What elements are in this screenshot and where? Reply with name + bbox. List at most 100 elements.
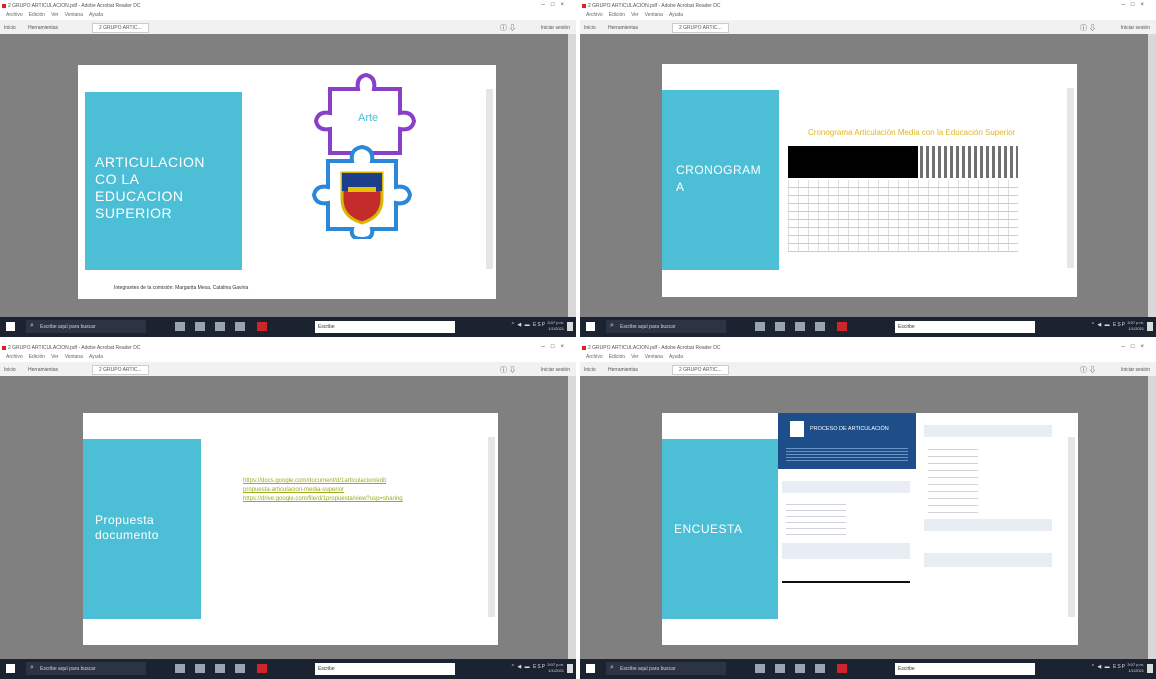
taskbar-address-field[interactable]: Escribe xyxy=(315,663,455,675)
sign-in-link[interactable]: Iniciar sesión xyxy=(1121,25,1150,31)
menu-file[interactable]: Archivo xyxy=(586,354,603,360)
tab-tools[interactable]: Herramientas xyxy=(608,25,638,31)
document-viewer[interactable]: ENCUESTA PROCESO DE ARTICULACIÓN xyxy=(580,376,1156,659)
task-view-icon[interactable] xyxy=(755,664,765,673)
document-link-2[interactable]: propuesta-articulacion-media-superior xyxy=(243,486,344,495)
start-icon[interactable] xyxy=(6,664,15,673)
tab-home[interactable]: Inicio xyxy=(584,25,596,31)
taskbar-search[interactable]: ⌕ Escribe aquí para buscar xyxy=(606,320,726,333)
help-icon[interactable]: ⓘ ⇩ xyxy=(1080,23,1096,33)
tab-home[interactable]: Inicio xyxy=(584,367,596,373)
acrobat-taskbar-icon[interactable] xyxy=(257,322,267,331)
window-controls[interactable]: –□× xyxy=(542,344,570,350)
clock[interactable]: 3:07 p.m. 1/1/2021 xyxy=(1127,320,1144,332)
taskbar-search[interactable]: ⌕ Escribe aquí para buscar xyxy=(26,320,146,333)
menu-edit[interactable]: Edición xyxy=(609,354,625,360)
menu-view[interactable]: Ver xyxy=(631,12,639,18)
edge-icon[interactable] xyxy=(195,322,205,331)
notifications-icon[interactable] xyxy=(567,322,573,331)
document-viewer[interactable]: Propuesta documento https://docs.google.… xyxy=(0,376,576,659)
tab-home[interactable]: Inicio xyxy=(4,25,16,31)
tab-document[interactable]: 2 GRUPO ARTIC... xyxy=(672,365,729,375)
menu-edit[interactable]: Edición xyxy=(29,354,45,360)
menu-help[interactable]: Ayuda xyxy=(669,12,683,18)
edge-icon[interactable] xyxy=(195,664,205,673)
task-view-icon[interactable] xyxy=(755,322,765,331)
clock[interactable]: 3:07 p.m. 1/1/2021 xyxy=(547,662,564,674)
system-tray[interactable]: ^ ◀ ▬ ESP xyxy=(512,664,546,670)
taskbar-address-field[interactable]: Escribe xyxy=(315,321,455,333)
start-icon[interactable] xyxy=(586,322,595,331)
slide-scrollbar[interactable] xyxy=(488,437,495,617)
edge-icon[interactable] xyxy=(775,664,785,673)
explorer-icon[interactable] xyxy=(235,322,245,331)
document-viewer[interactable]: CRONOGRAM A Cronograma Articulación Medi… xyxy=(580,34,1156,317)
acrobat-taskbar-icon[interactable] xyxy=(837,322,847,331)
explorer-icon[interactable] xyxy=(235,664,245,673)
taskbar-address-field[interactable]: Escribe xyxy=(895,663,1035,675)
store-icon[interactable] xyxy=(795,322,805,331)
tab-document[interactable]: 2 GRUPO ARTIC... xyxy=(92,365,149,375)
notifications-icon[interactable] xyxy=(1147,664,1153,673)
menu-file[interactable]: Archivo xyxy=(6,354,23,360)
notifications-icon[interactable] xyxy=(1147,322,1153,331)
menu-edit[interactable]: Edición xyxy=(29,12,45,18)
system-tray[interactable]: ^ ◀ ▬ ESP xyxy=(1092,664,1126,670)
menu-view[interactable]: Ver xyxy=(51,12,59,18)
tab-tools[interactable]: Herramientas xyxy=(608,367,638,373)
slide-scrollbar[interactable] xyxy=(486,89,493,269)
slide-scrollbar[interactable] xyxy=(1067,88,1074,268)
menu-window[interactable]: Ventana xyxy=(645,12,663,18)
clock[interactable]: 3:07 p.m. 1/1/2021 xyxy=(1127,662,1144,674)
acrobat-taskbar-icon[interactable] xyxy=(837,664,847,673)
notifications-icon[interactable] xyxy=(567,664,573,673)
tab-tools[interactable]: Herramientas xyxy=(28,25,58,31)
system-tray[interactable]: ^ ◀ ▬ ESP xyxy=(1092,322,1126,328)
help-icon[interactable]: ⓘ ⇩ xyxy=(500,23,516,33)
store-icon[interactable] xyxy=(215,322,225,331)
viewer-scrollbar[interactable] xyxy=(1148,376,1156,659)
tab-document[interactable]: 2 GRUPO ARTIC... xyxy=(672,23,729,33)
sign-in-link[interactable]: Iniciar sesión xyxy=(1121,367,1150,373)
menu-help[interactable]: Ayuda xyxy=(669,354,683,360)
system-tray[interactable]: ^ ◀ ▬ ESP xyxy=(512,322,546,328)
document-viewer[interactable]: ARTICULACION CO LA EDUCACION SUPERIOR Ar… xyxy=(0,34,576,317)
explorer-icon[interactable] xyxy=(815,664,825,673)
window-controls[interactable]: –□× xyxy=(542,2,570,8)
task-view-icon[interactable] xyxy=(175,322,185,331)
store-icon[interactable] xyxy=(795,664,805,673)
tab-tools[interactable]: Herramientas xyxy=(28,367,58,373)
menu-window[interactable]: Ventana xyxy=(645,354,663,360)
taskbar-address-field[interactable]: Escribe xyxy=(895,321,1035,333)
taskbar-search[interactable]: ⌕ Escribe aquí para buscar xyxy=(26,662,146,675)
help-icon[interactable]: ⓘ ⇩ xyxy=(1080,365,1096,375)
tab-document[interactable]: 2 GRUPO ARTIC... xyxy=(92,23,149,33)
tab-home[interactable]: Inicio xyxy=(4,367,16,373)
clock[interactable]: 3:07 p.m. 1/1/2021 xyxy=(547,320,564,332)
menu-window[interactable]: Ventana xyxy=(65,354,83,360)
document-link-3[interactable]: https://drive.google.com/file/d/1propues… xyxy=(243,495,403,504)
start-icon[interactable] xyxy=(586,664,595,673)
menu-view[interactable]: Ver xyxy=(631,354,639,360)
window-controls[interactable]: –□× xyxy=(1122,344,1150,350)
menu-view[interactable]: Ver xyxy=(51,354,59,360)
window-controls[interactable]: –□× xyxy=(1122,2,1150,8)
menu-file[interactable]: Archivo xyxy=(6,12,23,18)
viewer-scrollbar[interactable] xyxy=(568,34,576,317)
acrobat-taskbar-icon[interactable] xyxy=(257,664,267,673)
menu-edit[interactable]: Edición xyxy=(609,12,625,18)
document-link-1[interactable]: https://docs.google.com/document/d/1arti… xyxy=(243,477,386,486)
edge-icon[interactable] xyxy=(775,322,785,331)
taskbar-search[interactable]: ⌕ Escribe aquí para buscar xyxy=(606,662,726,675)
sign-in-link[interactable]: Iniciar sesión xyxy=(541,25,570,31)
viewer-scrollbar[interactable] xyxy=(1148,34,1156,317)
task-view-icon[interactable] xyxy=(175,664,185,673)
sign-in-link[interactable]: Iniciar sesión xyxy=(541,367,570,373)
viewer-scrollbar[interactable] xyxy=(568,376,576,659)
explorer-icon[interactable] xyxy=(815,322,825,331)
store-icon[interactable] xyxy=(215,664,225,673)
menu-file[interactable]: Archivo xyxy=(586,12,603,18)
menu-help[interactable]: Ayuda xyxy=(89,12,103,18)
slide-scrollbar[interactable] xyxy=(1068,437,1075,617)
help-icon[interactable]: ⓘ ⇩ xyxy=(500,365,516,375)
